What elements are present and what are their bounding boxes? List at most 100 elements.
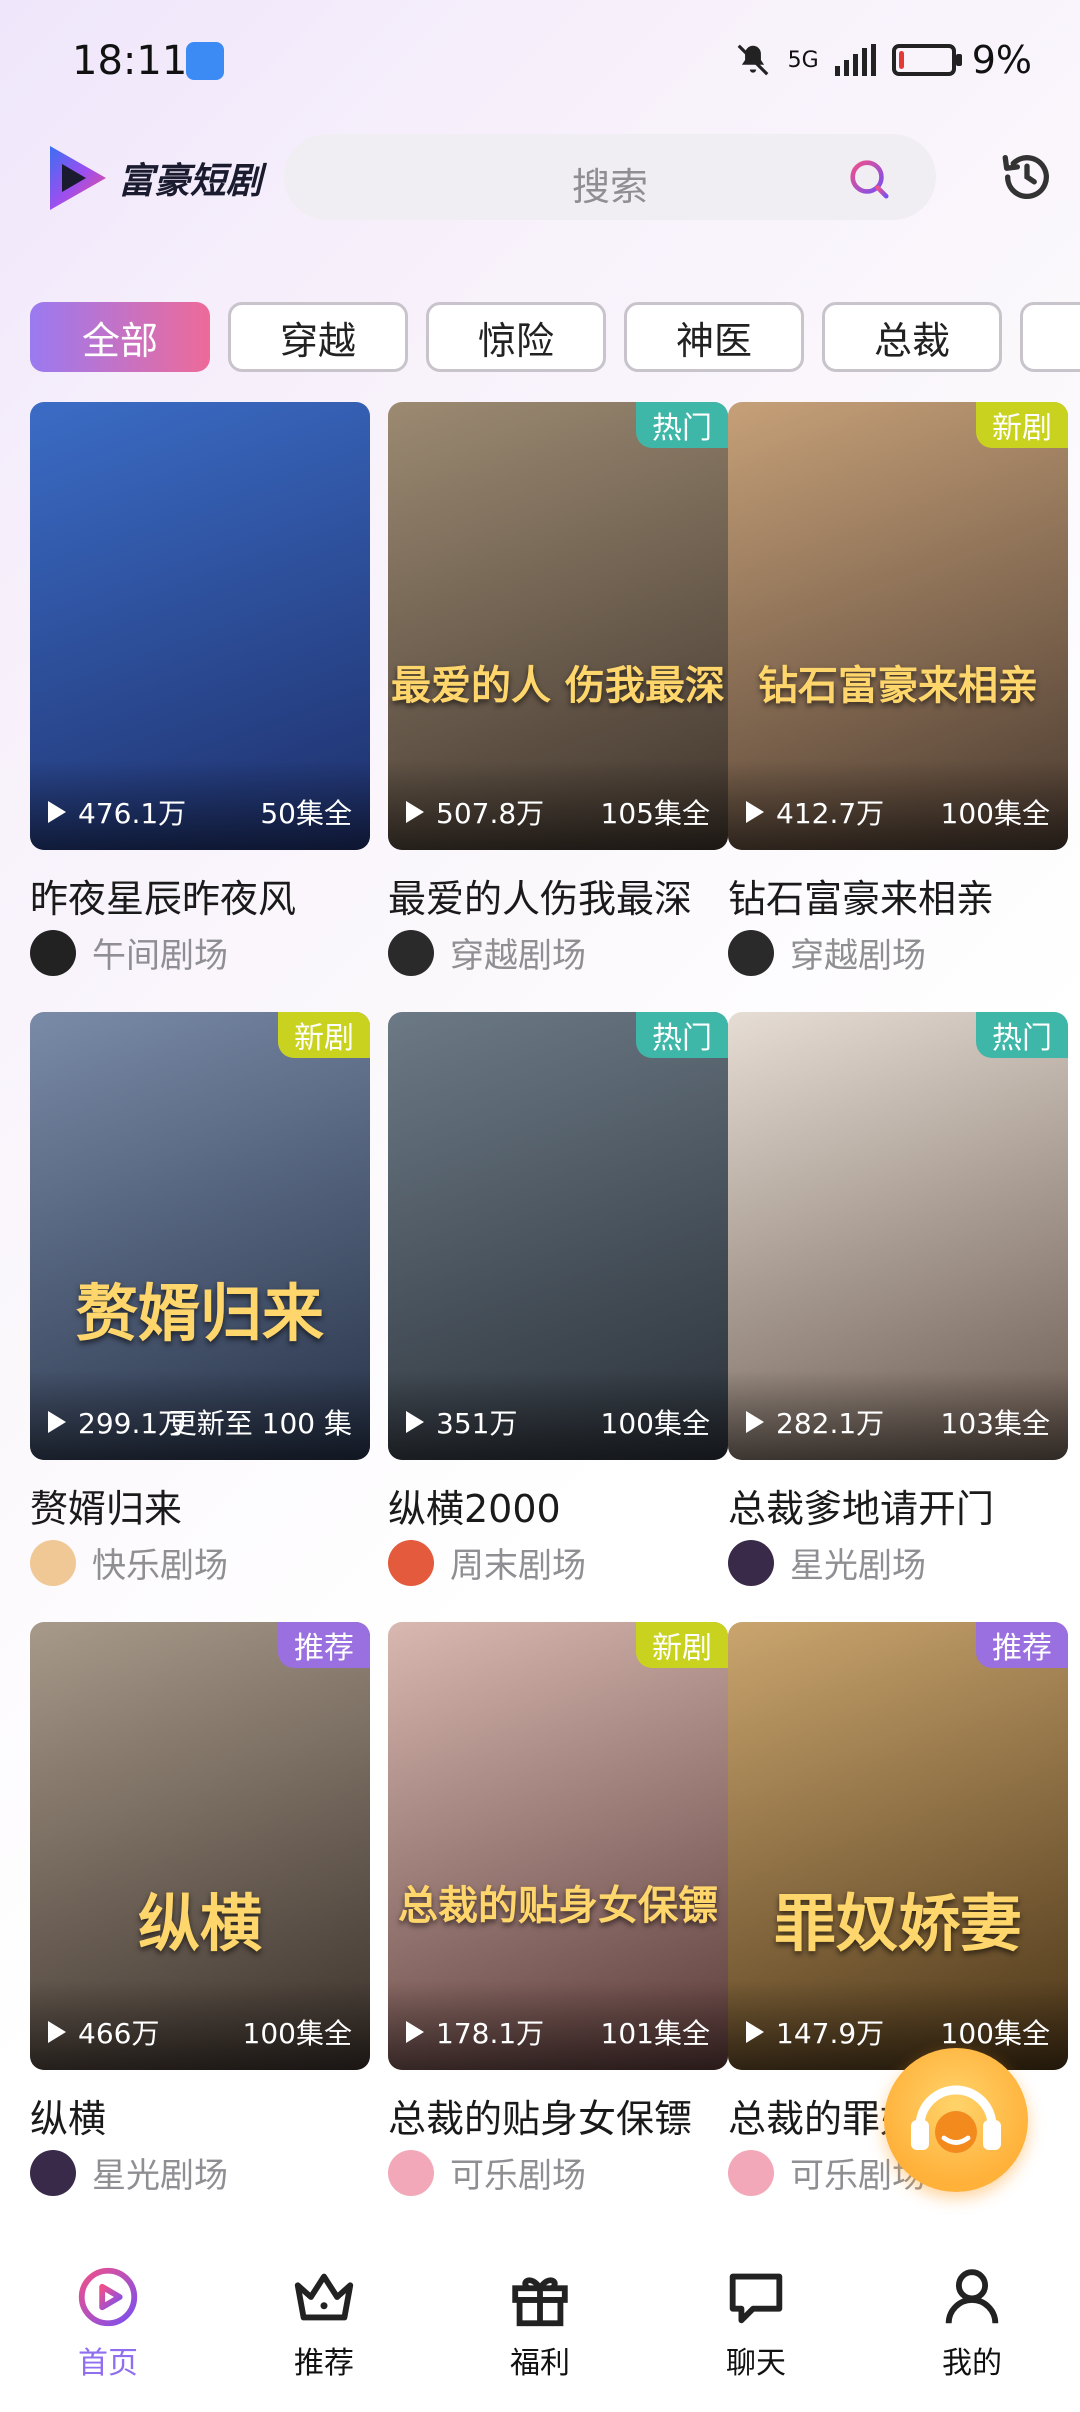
drama-title[interactable]: 纵横2000 (388, 1478, 728, 1533)
play-icon (746, 801, 764, 823)
episode-count: 105集全 (600, 797, 710, 830)
avatar (30, 929, 76, 976)
view-count: 476.1万 (48, 792, 186, 832)
view-count-text: 476.1万 (78, 797, 187, 830)
drama-poster[interactable]: 476.1万 50集全 (30, 402, 370, 850)
view-count: 507.8万 (406, 792, 544, 832)
source-name: 周末剧场 (450, 1546, 586, 1586)
episode-count: 103集全 (940, 1407, 1050, 1440)
avatar (388, 929, 434, 976)
status-indicators: 5G 9% (734, 38, 1032, 82)
source-name: 穿越剧场 (790, 936, 926, 976)
drama-poster[interactable]: 最爱的人 伤我最深 热门 507.8万 105集全 (388, 402, 728, 850)
category-chip-0[interactable]: 全部 (30, 302, 210, 372)
view-count-text: 282.1万 (776, 1407, 885, 1440)
play-icon (48, 2021, 66, 2043)
tab-label: 我的 (942, 2346, 1002, 2381)
play-icon (746, 1411, 764, 1433)
app-notification-icon (186, 42, 224, 80)
drama-title[interactable]: 总裁爹地请开门 (728, 1478, 1068, 1533)
episode-count: 50集全 (260, 797, 352, 830)
view-count-text: 178.1万 (436, 2017, 545, 2050)
drama-title[interactable]: 赘婿归来 (30, 1478, 370, 1533)
headset-icon (911, 2085, 1001, 2153)
view-count: 299.1万 (48, 1402, 186, 1442)
category-tabs: 全部穿越惊险神医总裁重 (30, 302, 1080, 374)
drama-title[interactable]: 纵横 (30, 2088, 370, 2143)
bottom-tab-bar: 首页 推荐 福利 聊天 我的 (0, 2236, 1080, 2412)
drama-poster[interactable]: 纵横 推荐 466万 100集全 (30, 1622, 370, 2070)
category-chip-2[interactable]: 惊险 (426, 302, 606, 372)
view-count-text: 466万 (78, 2017, 160, 2050)
drama-source[interactable]: 星光剧场 (728, 1538, 926, 1587)
avatar (728, 929, 774, 976)
drama-source[interactable]: 穿越剧场 (388, 928, 586, 977)
header: 富豪短剧 搜索 (0, 130, 1080, 240)
tab-chat[interactable]: 聊天 (648, 2236, 864, 2412)
tab-profile[interactable]: 我的 (864, 2236, 1080, 2412)
drama-source[interactable]: 快乐剧场 (30, 1538, 228, 1587)
drama-poster[interactable]: 热门 351万 100集全 (388, 1012, 728, 1460)
drama-badge: 新剧 (278, 1012, 370, 1058)
app-logo[interactable]: 富豪短剧 (44, 140, 262, 216)
drama-title[interactable]: 总裁的贴身女保镖 (388, 2088, 728, 2143)
tab-crown[interactable]: 推荐 (216, 2236, 432, 2412)
view-count: 178.1万 (406, 2012, 544, 2052)
customer-service-button[interactable] (884, 2048, 1028, 2192)
view-count: 351万 (406, 1402, 517, 1442)
avatar (728, 2149, 774, 2196)
tab-home-play[interactable]: 首页 (0, 2236, 216, 2412)
drama-poster[interactable]: 热门 282.1万 103集全 (728, 1012, 1068, 1460)
network-type: 5G (787, 47, 819, 73)
drama-title[interactable]: 钻石富豪来相亲 (728, 868, 1068, 923)
play-icon (406, 1411, 424, 1433)
poster-title-art: 赘婿归来 (75, 1276, 324, 1350)
drama-title[interactable]: 最爱的人伤我最深 (388, 868, 728, 923)
avatar (30, 1539, 76, 1586)
poster-title-art: 总裁的贴身女保镖 (398, 1881, 718, 1929)
drama-poster[interactable]: 钻石富豪来相亲 新剧 412.7万 100集全 (728, 402, 1068, 850)
drama-source[interactable]: 周末剧场 (388, 1538, 586, 1587)
status-time: 18:11 (72, 38, 188, 84)
view-count: 412.7万 (746, 792, 884, 832)
source-name: 星光剧场 (92, 2156, 228, 2196)
drama-poster[interactable]: 总裁的贴身女保镖 新剧 178.1万 101集全 (388, 1622, 728, 2070)
category-chip-4[interactable]: 总裁 (822, 302, 1002, 372)
drama-source[interactable]: 穿越剧场 (728, 928, 926, 977)
category-chip-3[interactable]: 神医 (624, 302, 804, 372)
poster-title-art: 最爱的人 伤我最深 (391, 661, 725, 709)
crown-icon (294, 2273, 354, 2321)
drama-badge: 新剧 (636, 1622, 728, 1668)
search-icon[interactable] (846, 156, 892, 202)
battery-icon (891, 44, 962, 76)
tab-label: 福利 (510, 2346, 570, 2381)
drama-poster[interactable]: 罪奴娇妻 推荐 147.9万 100集全 (728, 1622, 1068, 2070)
logo-text: 富豪短剧 (118, 161, 263, 202)
play-icon (48, 1411, 66, 1433)
play-icon (406, 801, 424, 823)
home-play-icon (78, 2267, 138, 2327)
episode-count: 更新至 100 集 (168, 1407, 352, 1440)
drama-source[interactable]: 星光剧场 (30, 2148, 228, 2197)
category-chip-5[interactable]: 重 (1020, 302, 1080, 372)
search-bar[interactable]: 搜索 (284, 134, 936, 220)
view-count-text: 507.8万 (436, 797, 545, 830)
drama-badge: 热门 (976, 1012, 1068, 1058)
drama-badge: 推荐 (976, 1622, 1068, 1668)
drama-badge: 新剧 (976, 402, 1068, 448)
tab-gift[interactable]: 福利 (432, 2236, 648, 2412)
drama-title[interactable]: 昨夜星辰昨夜风 (30, 868, 370, 923)
source-name: 可乐剧场 (450, 2156, 586, 2196)
episode-count: 101集全 (600, 2017, 710, 2050)
category-chip-1[interactable]: 穿越 (228, 302, 408, 372)
view-count: 466万 (48, 2012, 159, 2052)
history-icon[interactable] (998, 148, 1056, 206)
source-name: 穿越剧场 (450, 936, 586, 976)
drama-source[interactable]: 可乐剧场 (388, 2148, 586, 2197)
drama-source[interactable]: 午间剧场 (30, 928, 228, 977)
avatar (728, 1539, 774, 1586)
source-name: 星光剧场 (790, 1546, 926, 1586)
play-icon (406, 2021, 424, 2043)
drama-poster[interactable]: 赘婿归来 新剧 299.1万 更新至 100 集 (30, 1012, 370, 1460)
battery-level-fill (898, 51, 904, 69)
